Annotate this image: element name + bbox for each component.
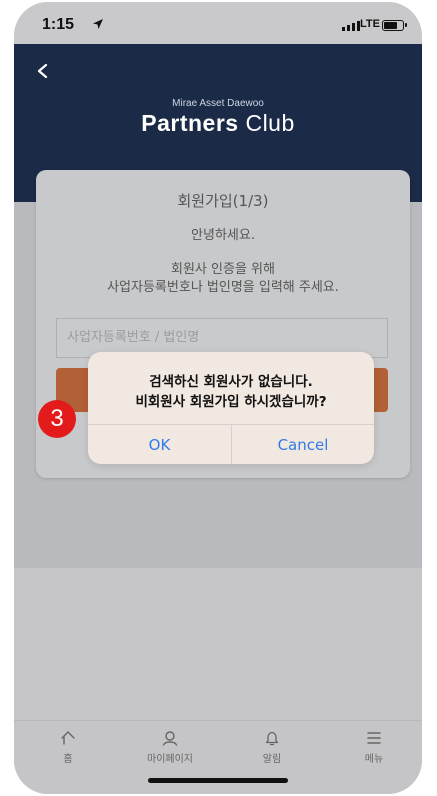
tab-mypage-label: 마이페이지	[147, 754, 193, 765]
network-label: LTE	[360, 18, 380, 30]
brand-title: Partners Club	[14, 110, 422, 137]
lower-area	[14, 568, 422, 728]
description-line-1: 회원사 인증을 위해	[171, 262, 275, 277]
cancel-button[interactable]: Cancel	[232, 425, 374, 464]
menu-icon	[367, 732, 381, 744]
person-icon	[162, 731, 178, 746]
tab-mypage[interactable]: 마이페이지	[130, 729, 210, 765]
status-time: 1:15	[42, 16, 75, 33]
signal-icon	[342, 21, 360, 31]
greeting-text: 안녕하세요.	[191, 228, 255, 243]
tab-alarm[interactable]: 알림	[232, 729, 312, 765]
alert-message-line-1: 검색하신 회원사가 없습니다.	[149, 374, 313, 390]
brand-title-bold: Partners	[141, 110, 239, 136]
location-arrow-icon	[93, 19, 103, 29]
battery-icon	[382, 20, 407, 31]
tab-home-label: 홈	[63, 754, 73, 765]
alert-dialog: 검색하신 회원사가 없습니다. 비회원사 회원가입 하시겠습니까? OK Can…	[88, 352, 374, 464]
brand-title-regular: Club	[245, 110, 295, 136]
tab-home[interactable]: 홈	[28, 729, 108, 765]
card-title: 회원가입(1/3)	[177, 192, 269, 210]
status-bar: 1:15 LTE	[14, 2, 422, 44]
tab-menu[interactable]: 메뉴	[334, 729, 414, 765]
tab-alarm-label: 알림	[262, 754, 282, 765]
phone-screen: 1:15 LTE Mirae Asset Daewoo Partners Clu…	[14, 2, 422, 794]
description-line-2: 사업자등록번호나 법인명을 입력해 주세요.	[107, 280, 339, 295]
back-chevron-icon[interactable]	[36, 64, 50, 78]
bell-icon	[265, 731, 279, 746]
alert-message-line-2: 비회원사 회원가입 하시겠습니까?	[135, 394, 327, 410]
step-number-badge: 3	[38, 400, 76, 438]
ok-button[interactable]: OK	[88, 425, 231, 464]
brand-subtitle: Mirae Asset Daewoo	[172, 98, 264, 109]
tab-menu-label: 메뉴	[364, 754, 384, 765]
home-icon	[61, 731, 75, 745]
home-indicator[interactable]	[148, 778, 288, 783]
